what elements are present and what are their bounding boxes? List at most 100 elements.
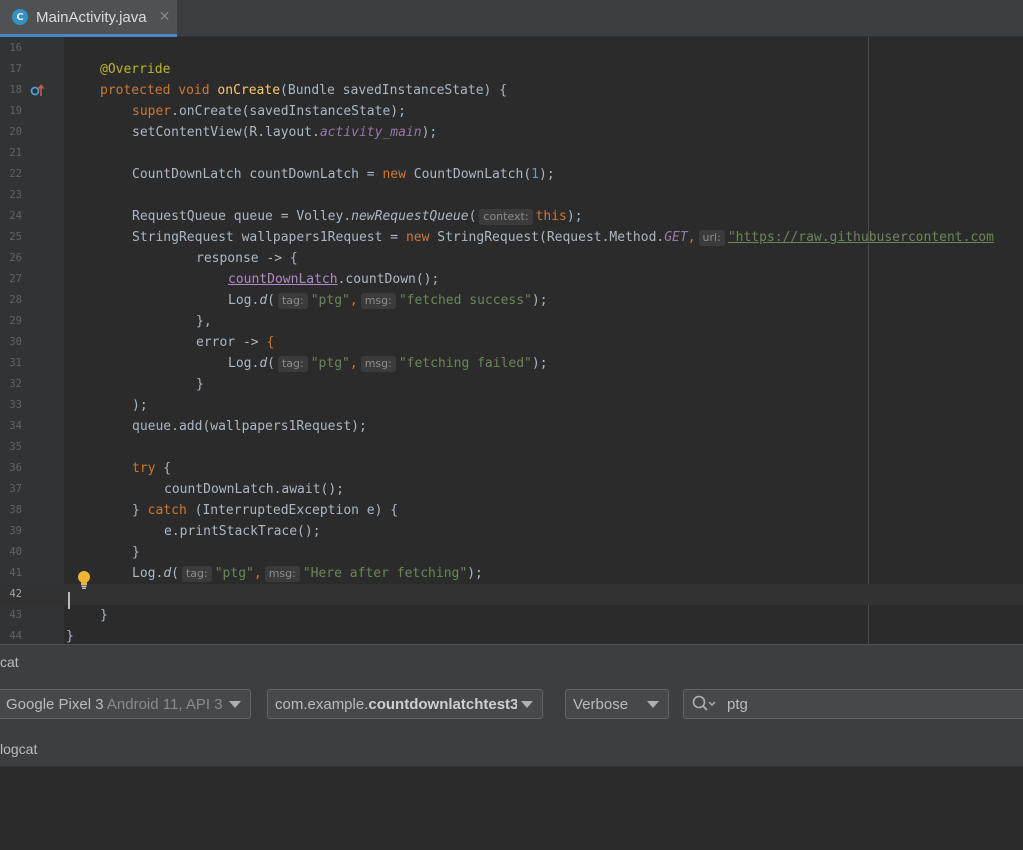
lightbulb-icon[interactable] [77,570,91,590]
code-line[interactable]: 39 e.printStackTrace(); [0,521,1023,542]
device-detail: Android 11, API 3 [103,695,223,713]
panel-title: cat [0,654,19,670]
line-number: 35 [9,441,22,453]
dropdown-arrow-icon [229,700,241,708]
code-line[interactable]: 37 countDownLatch.await(); [0,479,1023,500]
code-text: } [100,608,108,623]
code-line[interactable]: 32} [0,374,1023,395]
code-line[interactable]: 41 Log.d(tag: "ptg", msg: "Here after fetchi… [0,563,1023,584]
search-input[interactable] [727,695,1007,713]
line-number: 36 [9,462,22,474]
line-number: 33 [9,399,22,411]
process-dropdown[interactable]: com.example.countdownlatchtest3 [267,689,543,719]
code-text: setContentView(R.layout.activity_main); [132,125,438,140]
code-text: ); [132,398,148,413]
tab-main-activity[interactable]: C MainActivity.java ✕ [0,0,177,37]
code-line[interactable]: 20 setContentView(R.layout.activity_main)… [0,122,1023,143]
code-line[interactable]: 16 [0,38,1023,59]
code-line[interactable]: 29}, [0,311,1023,332]
code-text: countDownLatch.await(); [164,482,345,497]
code-line[interactable]: 21 [0,143,1023,164]
parameter-hint: url: [698,230,725,246]
line-number: 26 [9,252,22,264]
code-line[interactable]: 31 Log.d(tag: "ptg", msg: "fetching failed")… [0,353,1023,374]
code-line[interactable]: 43} [0,605,1023,626]
code-line[interactable]: 30 error -> { [0,332,1023,353]
device-name: Google Pixel 3 [6,695,104,713]
code-text: super.onCreate(savedInstanceState); [132,104,406,119]
close-icon[interactable]: ✕ [159,10,171,24]
code-line[interactable]: 35 [0,437,1023,458]
line-number: 42 [9,588,22,600]
code-text: RequestQueue queue = Volley.newRequestQu… [132,209,583,225]
parameter-hint: tag: [181,566,212,582]
code-line[interactable]: 40} [0,542,1023,563]
code-text: Log.d(tag: "ptg", msg: "fetched success"); [228,293,548,309]
process-prefix: com.example. [275,695,369,713]
code-line[interactable]: 27 countDownLatch.countDown(); [0,269,1023,290]
line-number: 32 [9,378,22,390]
parameter-hint: context: [479,209,533,225]
current-code-line[interactable]: 42 [0,584,1023,605]
code-text: Log.d(tag: "ptg", msg: "Here after fetching… [132,566,483,582]
code-line[interactable]: 33); [0,395,1023,416]
java-class-icon: C [12,9,28,25]
log-level-dropdown[interactable]: Verbose [565,689,669,719]
code-line[interactable]: 44} [0,626,1023,644]
code-text: queue.add(wallpapers1Request); [132,419,367,434]
line-number: 41 [9,567,22,579]
code-text: @Override [100,62,171,77]
code-line[interactable]: 26 response -> { [0,248,1023,269]
tab-label: MainActivity.java [36,8,147,26]
line-number: 28 [9,294,22,306]
dropdown-arrow-icon [521,700,533,708]
device-dropdown[interactable]: Google Pixel 3 Android 11, API 3 [0,689,251,719]
code-text: CountDownLatch countDownLatch = new Coun… [132,167,555,182]
code-line[interactable]: 22 CountDownLatch countDownLatch = new Co… [0,164,1023,185]
line-number: 23 [9,189,22,201]
code-text: Log.d(tag: "ptg", msg: "fetching failed"); [228,356,548,372]
parameter-hint: msg: [360,293,396,309]
line-number: 19 [9,105,22,117]
code-line[interactable]: 28 Log.d(tag: "ptg", msg: "fetched success")… [0,290,1023,311]
line-number: 38 [9,504,22,516]
code-text: try { [132,461,172,476]
code-line[interactable]: 24 RequestQueue queue = Volley.newRequest… [0,206,1023,227]
line-number: 34 [9,420,22,432]
code-text: response -> { [196,251,298,266]
line-number: 25 [9,231,22,243]
line-number: 44 [9,630,22,642]
logcat-toolbar: Google Pixel 3 Android 11, API 3 com.exa… [0,681,1023,729]
line-number: 27 [9,273,22,285]
parameter-hint: msg: [264,566,300,582]
logcat-search-box[interactable] [683,689,1023,719]
code-text: } [196,377,204,392]
code-line[interactable]: 38 } catch (InterruptedException e) { [0,500,1023,521]
line-number: 30 [9,336,22,348]
logcat-panel-header: cat [0,645,1023,681]
line-number: 16 [9,42,22,54]
code-line[interactable]: 36 try { [0,458,1023,479]
override-gutter-icon[interactable] [30,83,46,97]
line-number: 43 [9,609,22,621]
code-line[interactable]: 25 StringRequest wallpapers1Request = new… [0,227,1023,248]
logcat-output[interactable] [0,767,1023,850]
code-text: e.printStackTrace(); [164,524,321,539]
code-line[interactable]: 19 super.onCreate(savedInstanceState); [0,101,1023,122]
parameter-hint: msg: [360,356,396,372]
line-number: 29 [9,315,22,327]
process-name: countdownlatchtest3 [368,695,517,713]
url-link[interactable]: "https://raw.githubusercontent.com [728,230,994,245]
search-icon[interactable] [691,694,717,714]
code-text: StringRequest wallpapers1Request = new S… [132,230,994,246]
line-number: 40 [9,546,22,558]
code-line[interactable]: 17 @Override [0,59,1023,80]
code-line[interactable]: 23 [0,185,1023,206]
code-editor[interactable]: 16 17 @Override 18 protected void onCreate… [0,37,1023,644]
line-number: 39 [9,525,22,537]
code-text: countDownLatch.countDown(); [228,272,440,287]
code-line[interactable]: 18 protected void onCreate(Bundle savedIn… [0,80,1023,101]
code-line[interactable]: 34 queue.add(wallpapers1Request); [0,416,1023,437]
line-number: 18 [9,84,22,96]
code-text: } catch (InterruptedException e) { [132,503,399,518]
